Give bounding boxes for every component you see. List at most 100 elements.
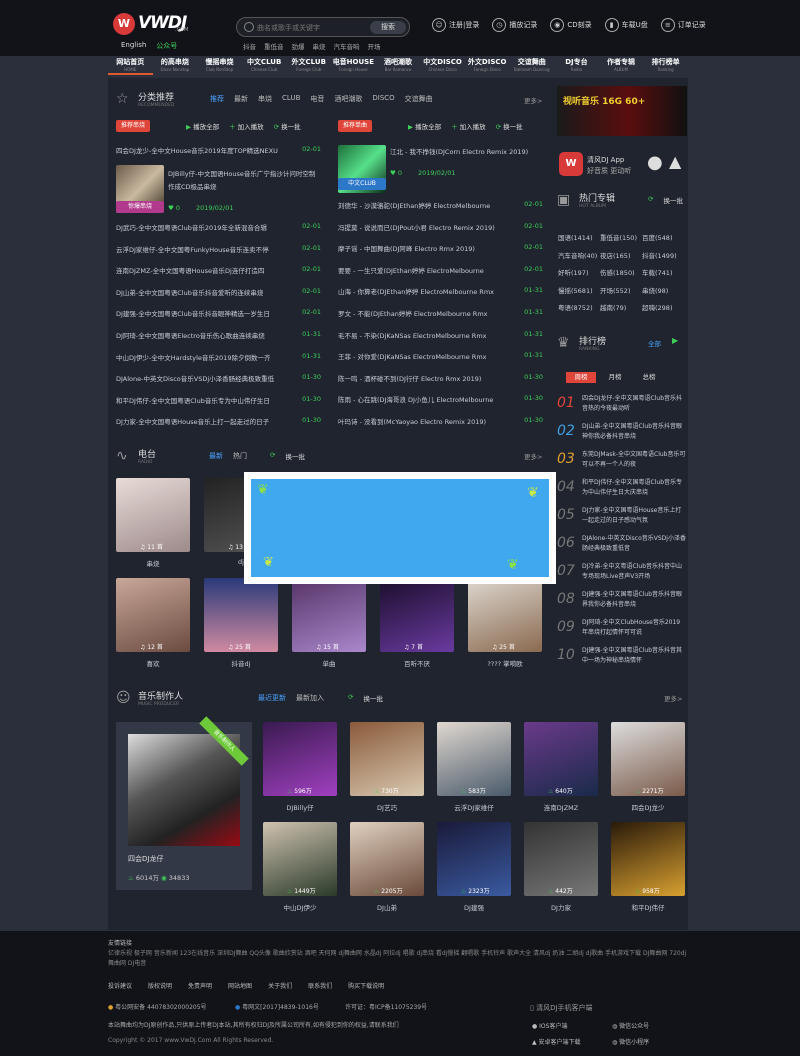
nav-album[interactable]: 作者专辑 ALBUM: [599, 56, 644, 75]
album-refresh-button[interactable]: ⟳ 换一批: [648, 195, 683, 205]
refresh-button[interactable]: ⟳ 换一批: [274, 121, 301, 131]
radio-cover-image[interactable]: [468, 578, 542, 652]
tab-recent[interactable]: 最近更新: [258, 693, 286, 703]
nav-foreign-disco[interactable]: 外文DISCO Foreign Disco: [465, 56, 510, 75]
tab-latest[interactable]: 最新: [209, 451, 223, 461]
producer-photo[interactable]: [263, 822, 337, 896]
list-item[interactable]: 叶玛诗 - 没看到(McYaoyao Electro Remix 2019) 01…: [338, 416, 543, 429]
rank-item[interactable]: 01 四会DJ龙仔-全中文国粤语Club音乐抖音热的今夜最动听: [557, 392, 687, 418]
producer-photo[interactable]: [611, 722, 685, 796]
producer-photo[interactable]: [263, 722, 337, 796]
friend-links[interactable]: 亿律乐视 极子网 音乐新闻 123在线音乐 深圳DJ舞曲 QQ头像 歌曲欣赏站 …: [108, 949, 688, 969]
rank-item[interactable]: 03 东莞DJMask-全中文国粤语Club音乐可可以不再一个人的夜: [557, 448, 687, 474]
producer-photo[interactable]: [437, 722, 511, 796]
producer-name[interactable]: 四会DJ龙少: [611, 802, 685, 812]
tab-bar[interactable]: 酒吧潮歌: [334, 94, 362, 104]
apple-icon[interactable]: ●: [647, 152, 663, 173]
tab-month[interactable]: 月榜: [600, 372, 630, 383]
album-tag[interactable]: 好听(197): [558, 267, 600, 277]
rank-item[interactable]: 09 DJ阿琦-全中文ClubHouse音乐2019年串烧打起情怀可可说: [557, 616, 687, 642]
radio-name[interactable]: 喜欢: [116, 658, 190, 668]
nav-chinese-club[interactable]: 中文CLUB Chinese Club: [242, 56, 287, 75]
album-tag[interactable]: 国语(1414): [558, 232, 600, 242]
radio-cover-image[interactable]: [116, 478, 190, 552]
radio-more-link[interactable]: 更多>: [524, 451, 542, 461]
producer-name[interactable]: 云浮DJ家维仔: [437, 802, 511, 812]
radio-name[interactable]: 抖音dj: [204, 658, 278, 668]
hotword[interactable]: 重低音: [264, 41, 284, 51]
search-input[interactable]: [257, 21, 367, 34]
list-item[interactable]: 山海 - 你算老(DJEthan婷婷 ElectroMelbourne Rmx 0…: [338, 286, 543, 299]
order-link[interactable]: ≡ 订单记录: [660, 18, 706, 32]
list-item[interactable]: 罗文 - 不能(DJEthan婷婷 ElectroMelbourne Rmx 01…: [338, 308, 543, 321]
wechat-link[interactable]: 公众号: [156, 41, 177, 51]
list-item[interactable]: 云浮DJ家维仔-全中文国粤FunkyHouse音乐连卖不停 02-01: [116, 244, 321, 257]
rank-item[interactable]: 05 DJ力家-全中文国粤语House音乐上打一起走过的日子感动气氛: [557, 504, 687, 530]
tab-nonstop[interactable]: 串烧: [258, 94, 272, 104]
rank-more-link[interactable]: 全部: [648, 338, 661, 348]
album-tag[interactable]: 串烧(98): [642, 285, 684, 295]
nav-disco-nonstop[interactable]: 的高串烧 Disco Nonstop: [153, 56, 198, 75]
album-tag[interactable]: 超嗨(298): [642, 302, 684, 312]
rank-item[interactable]: 04 和平DJ伟仔-全中文国粤语Club音乐专为中山伟仔生日大庆串烧: [557, 476, 687, 502]
album-tag[interactable]: 越南(79): [600, 302, 642, 312]
rank-item[interactable]: 07 DJ冷弟-全中文粤语Club音乐抖音中山专场现场Live音声V3开场: [557, 560, 687, 586]
list-item[interactable]: 连南DJZMZ-全中文国粤语House音乐Dj连仔打造四 02-01: [116, 265, 321, 278]
producer-photo[interactable]: [350, 722, 424, 796]
list-item[interactable]: 要要 - 一生只爱(DJEthan婷婷 ElectroMelbourne 02-0…: [338, 265, 543, 278]
footer-nav-link[interactable]: 版权说明: [148, 981, 172, 990]
hotword[interactable]: 汽车音响: [334, 41, 360, 51]
nav-foreign-house[interactable]: 电音HOUSE Foreign House: [331, 56, 376, 75]
sidebar-ad[interactable]: 视听音乐 16G 60+: [557, 86, 687, 136]
refresh-button[interactable]: ⟳ 换一批: [496, 121, 523, 131]
list-item[interactable]: 摩子谣 - 中国舞曲(DJ阿峰 Electro Rmx 2019) 02-01: [338, 243, 543, 256]
producer-photo[interactable]: [524, 822, 598, 896]
rank-item[interactable]: 10 DJ建强-全中文国粤语Club音乐抖音其中一场为神秘串烧情怀: [557, 644, 687, 670]
tab-club[interactable]: CLUB: [282, 94, 300, 104]
producer-name[interactable]: DJ艺巧: [350, 802, 424, 812]
list-item[interactable]: DJ力家-全中文国粤语House音乐上打一起走过的日子 01-30: [116, 416, 321, 429]
footer-nav-link[interactable]: 网站地图: [228, 981, 252, 990]
album-tag[interactable]: 车载(741): [642, 267, 684, 277]
nav-foreign-club[interactable]: 外文CLUB Foreign Club: [286, 56, 331, 75]
ios-client[interactable]: ● IOS客户端: [532, 1021, 567, 1030]
list-item[interactable]: 陈雨 - 心在跳(DJ海哥浪 DJ小鱼儿 ElectroMelbourne 01-…: [338, 394, 543, 407]
app-promo[interactable]: W 清风DJ App 好音质 更动听 ● ▲: [557, 148, 687, 184]
list-item[interactable]: 陈一鸣 - 酒杯碰不到(DJ行仔 Electro Rmx 2019) 01-30: [338, 373, 543, 386]
nav-bar-romance[interactable]: 酒吧潮歌 Bar Romance: [376, 56, 421, 75]
list-item[interactable]: DJ阿琦-全中文国粤语Electro音乐伤心歌曲连续串烧 01-31: [116, 330, 321, 343]
rank-item[interactable]: 06 DJAlone-中英文Disco音乐VSDj小泽香肠经典极致重低音: [557, 532, 687, 558]
album-tag[interactable]: 慢摇(5681): [558, 285, 600, 295]
rank-item[interactable]: 02 DJ山弟-全中文国粤语Club音乐抖音眼神你我必备抖音串烧: [557, 420, 687, 446]
radio-cover-image[interactable]: [204, 578, 278, 652]
single-title[interactable]: 江北 - 我不挣钱(DJCorn Electro Remix 2019): [390, 146, 540, 158]
album-tag[interactable]: 百度(548): [642, 232, 684, 242]
footer-nav-link[interactable]: 购买下载说明: [348, 981, 384, 990]
footer-nav-link[interactable]: 免责声明: [188, 981, 212, 990]
producer-photo[interactable]: [524, 722, 598, 796]
producer-photo[interactable]: [350, 822, 424, 896]
add-play-button[interactable]: ＋ 加入播放: [229, 121, 264, 131]
nav-chinese-disco[interactable]: 中文DISCO Chinese Disco: [420, 56, 465, 75]
list-item[interactable]: DJ武巧-全中文国粤语Club音乐2019年全新混音合辑 02-01: [116, 222, 321, 235]
search-button[interactable]: 搜索: [370, 21, 406, 34]
tab-hot[interactable]: 热门: [233, 451, 247, 461]
wechat-account[interactable]: ◍ 微信公众号: [612, 1021, 649, 1030]
rank-item[interactable]: 08 DJ建强-全中文国粤语Club音乐抖音眼界我你必备抖音串烧: [557, 588, 687, 614]
radio-name[interactable]: 串烧: [116, 558, 190, 568]
list-item[interactable]: 冯提莫 - 说说而已(DJPout小君 Electro Remix 2019) 0…: [338, 222, 543, 235]
album-tag[interactable]: 开场(552): [600, 285, 642, 295]
usb-link[interactable]: ▮ 车载U盘: [604, 18, 648, 32]
list-item[interactable]: DJ建强-全中文国粤语Club音乐抖音眼神精选一岁生日 02-01: [116, 308, 321, 321]
list-item[interactable]: 毛不易 - 不染(DjKaNSas ElectroMelbourne Rmx 01…: [338, 330, 543, 343]
producer-name[interactable]: DJ山弟: [350, 902, 424, 912]
tab-latest[interactable]: 最新: [234, 94, 248, 104]
tab-ballroom[interactable]: 交谊舞曲: [405, 94, 433, 104]
hotword[interactable]: 抖音: [243, 41, 256, 51]
tab-electronic[interactable]: 电音: [310, 94, 324, 104]
producer-name[interactable]: 连南DJZMZ: [524, 802, 598, 812]
tab-newest[interactable]: 最新加入: [296, 693, 324, 703]
recommend-more-link[interactable]: 更多>: [524, 95, 542, 105]
radio-cover-image[interactable]: [380, 578, 454, 652]
list-item[interactable]: 中山DJ伊少-全中文Hardstyle音乐2019除夕倒数一齐 01-31: [116, 352, 321, 365]
